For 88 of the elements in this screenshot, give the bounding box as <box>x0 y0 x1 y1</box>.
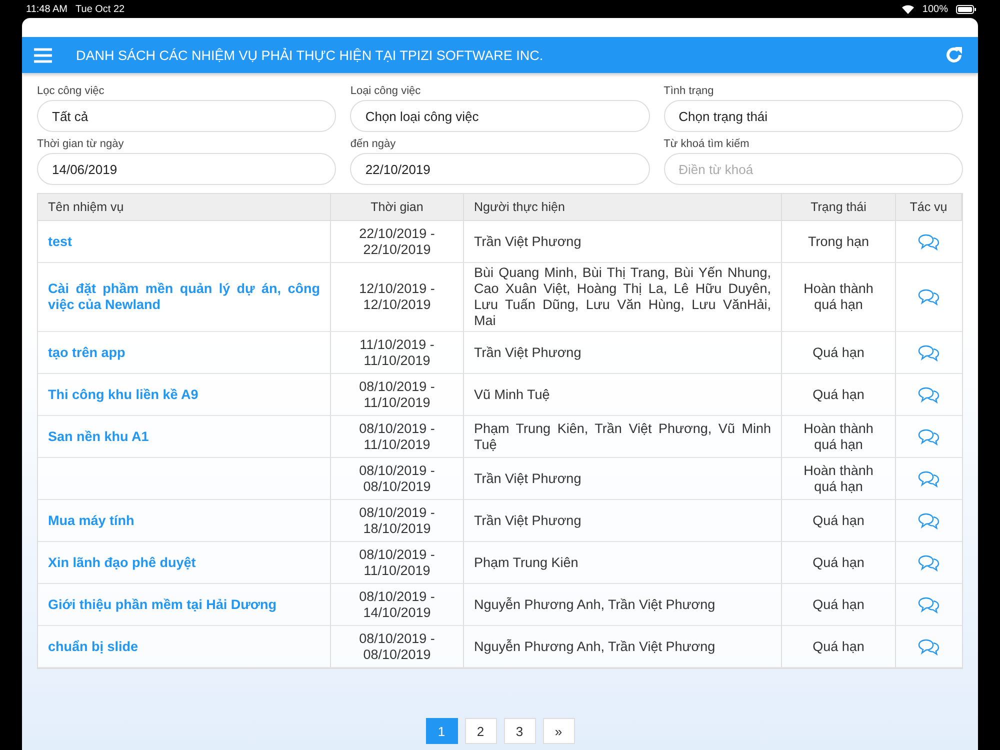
chat-bubbles-icon <box>917 344 941 362</box>
table-cell: Quá hạn <box>782 500 896 542</box>
chat-bubbles-icon <box>917 512 941 530</box>
comment-button[interactable] <box>917 386 941 404</box>
chat-bubbles-icon <box>917 386 941 404</box>
status-time: 11:48 AM <box>26 4 68 14</box>
page-button[interactable]: 1 <box>426 718 458 744</box>
refresh-button[interactable] <box>944 45 964 65</box>
filter-field[interactable]: Chọn trạng thái <box>664 100 963 132</box>
page-button[interactable]: 3 <box>504 718 536 744</box>
column-header: Tác vụ <box>896 194 962 221</box>
chat-bubbles-icon <box>917 596 941 614</box>
comment-button[interactable] <box>917 288 941 306</box>
table-cell: Bùi Quang Minh, Bùi Thị Trang, Bùi Yến Nhung, Cao Xuân Việt, Hoàng Thị La, Lê Hữu Duyên, Lưu Tuấn Dũng, Lưu Văn Hùng, Lưu VănHải, Mai <box>464 263 782 332</box>
table-cell: 08/10/2019 - 08/10/2019 <box>331 458 464 500</box>
table-cell: 08/10/2019 - 11/10/2019 <box>331 416 464 458</box>
chat-bubbles-icon <box>917 428 941 446</box>
table-cell: Quá hạn <box>782 542 896 584</box>
table-cell: Quá hạn <box>782 374 896 416</box>
status-date: Tue Oct 22 <box>76 4 125 14</box>
table-cell: Quá hạn <box>782 332 896 374</box>
table-cell: Trần Việt Phương <box>464 221 782 263</box>
comment-button[interactable] <box>917 232 941 250</box>
comment-button[interactable] <box>917 428 941 446</box>
comment-button[interactable] <box>917 638 941 656</box>
table-cell: Quá hạn <box>782 626 896 668</box>
filter-field[interactable]: Tất cả <box>37 100 336 132</box>
filter-field[interactable]: Chọn loại công việc <box>350 100 650 132</box>
table-cell: 08/10/2019 - 14/10/2019 <box>331 584 464 626</box>
table-cell: 22/10/2019 - 22/10/2019 <box>331 221 464 263</box>
table-cell: 08/10/2019 - 08/10/2019 <box>331 626 464 668</box>
table-cell: Trần Việt Phương <box>464 500 782 542</box>
task-link[interactable]: Giới thiệu phần mềm tại Hải Dương <box>38 584 331 626</box>
task-link[interactable]: Cài đặt phầm mền quản lý dự án, công việc của Newland <box>38 263 331 332</box>
task-link[interactable]: tạo trên app <box>38 332 331 374</box>
field-label: Thời gian từ ngày <box>37 138 125 150</box>
column-header: Thời gian <box>331 194 464 221</box>
filter-field[interactable]: Điền từ khoá <box>664 153 963 185</box>
field-label: Lọc công việc <box>37 85 106 97</box>
field-label: Từ khoá tìm kiếm <box>664 138 750 150</box>
table-cell: 08/10/2019 - 11/10/2019 <box>331 542 464 584</box>
task-link[interactable]: San nền khu A1 <box>38 416 331 458</box>
table-cell: Hoàn thành quá hạn <box>782 416 896 458</box>
field-label: Loại công việc <box>350 85 422 97</box>
table-cell: Quá hạn <box>782 584 896 626</box>
task-link[interactable]: Xin lãnh đạo phê duyệt <box>38 542 331 584</box>
menu-button[interactable] <box>34 48 52 62</box>
field-label: Tình trạng <box>664 85 715 97</box>
battery-percent: 100% <box>922 4 948 14</box>
comment-button[interactable] <box>917 554 941 572</box>
filter-field[interactable]: 22/10/2019 <box>350 153 650 185</box>
task-link[interactable]: Thi công khu liền kề A9 <box>38 374 331 416</box>
comment-button[interactable] <box>917 596 941 614</box>
table-cell: Trần Việt Phương <box>464 332 782 374</box>
task-link[interactable]: test <box>38 221 331 263</box>
table-cell: 12/10/2019 - 12/10/2019 <box>331 263 464 332</box>
chat-bubbles-icon <box>917 554 941 572</box>
battery-icon <box>956 4 976 14</box>
table-cell: Hoàn thành quá hạn <box>782 458 896 500</box>
column-header: Người thực hiện <box>464 194 782 221</box>
task-link[interactable]: chuẩn bị slide <box>38 626 331 668</box>
table-cell: Hoàn thành quá hạn <box>782 263 896 332</box>
task-link[interactable]: Mua máy tính <box>38 500 331 542</box>
table-cell: Phạm Trung Kiên <box>464 542 782 584</box>
wifi-icon <box>902 4 914 14</box>
field-label: đến ngày <box>350 138 397 150</box>
table-cell: 08/10/2019 - 18/10/2019 <box>331 500 464 542</box>
chat-bubbles-icon <box>917 288 941 306</box>
chat-bubbles-icon <box>917 470 941 488</box>
page-button[interactable]: » <box>542 718 574 744</box>
column-header: Trạng thái <box>782 194 896 221</box>
page-button[interactable]: 2 <box>464 718 496 744</box>
page-title: DANH SÁCH CÁC NHIỆM VỤ PHẢI THỰC HIỆN TẠI TPIZI SOFTWARE INC. <box>76 48 544 62</box>
table-cell: Trong hạn <box>782 221 896 263</box>
comment-button[interactable] <box>917 512 941 530</box>
column-header: Tên nhiệm vụ <box>38 194 331 221</box>
table-cell: Nguyễn Phương Anh, Trần Việt Phương <box>464 626 782 668</box>
table-cell: Phạm Trung Kiên, Trần Việt Phương, Vũ Minh Tuệ <box>464 416 782 458</box>
chat-bubbles-icon <box>917 638 941 656</box>
filter-field[interactable]: 14/06/2019 <box>37 153 336 185</box>
comment-button[interactable] <box>917 344 941 362</box>
table-cell: Nguyễn Phương Anh, Trần Việt Phương <box>464 584 782 626</box>
table-cell: 11/10/2019 - 11/10/2019 <box>331 332 464 374</box>
table-cell: 08/10/2019 - 11/10/2019 <box>331 374 464 416</box>
table-cell: Vũ Minh Tuệ <box>464 374 782 416</box>
chat-bubbles-icon <box>917 232 941 250</box>
comment-button[interactable] <box>917 470 941 488</box>
table-cell: Trần Việt Phương <box>464 458 782 500</box>
